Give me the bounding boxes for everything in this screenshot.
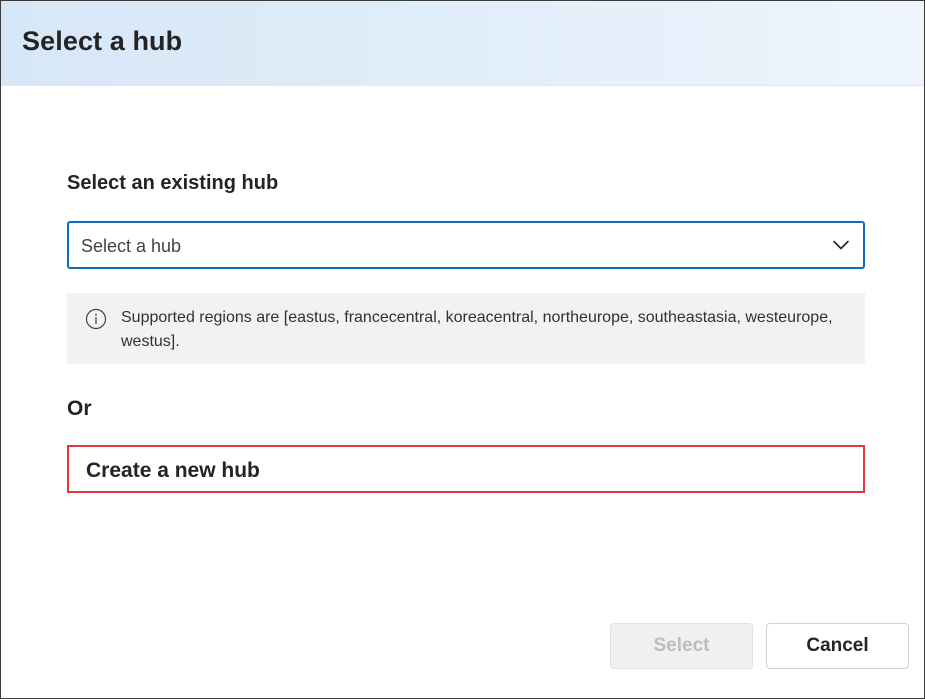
hub-dropdown[interactable]: Select a hub [67,221,865,269]
or-separator-label: Or [67,397,92,420]
supported-regions-text: Supported regions are [eastus, francecen… [121,309,833,350]
chevron-down-icon [833,240,849,250]
create-new-hub-button[interactable]: Create a new hub [67,445,865,493]
supported-regions-info: Supported regions are [eastus, francecen… [67,293,865,364]
info-icon [85,308,107,330]
hub-dropdown-placeholder: Select a hub [81,236,182,256]
select-button[interactable]: Select [610,623,753,669]
create-new-hub-label: Create a new hub [86,459,260,482]
dialog-header: Select a hub [1,1,924,86]
existing-hub-label: Select an existing hub [67,172,279,194]
dialog-title: Select a hub [22,26,183,56]
select-hub-dialog: Select a hub Select an existing hub Sele… [0,0,925,699]
cancel-button[interactable]: Cancel [766,623,909,669]
